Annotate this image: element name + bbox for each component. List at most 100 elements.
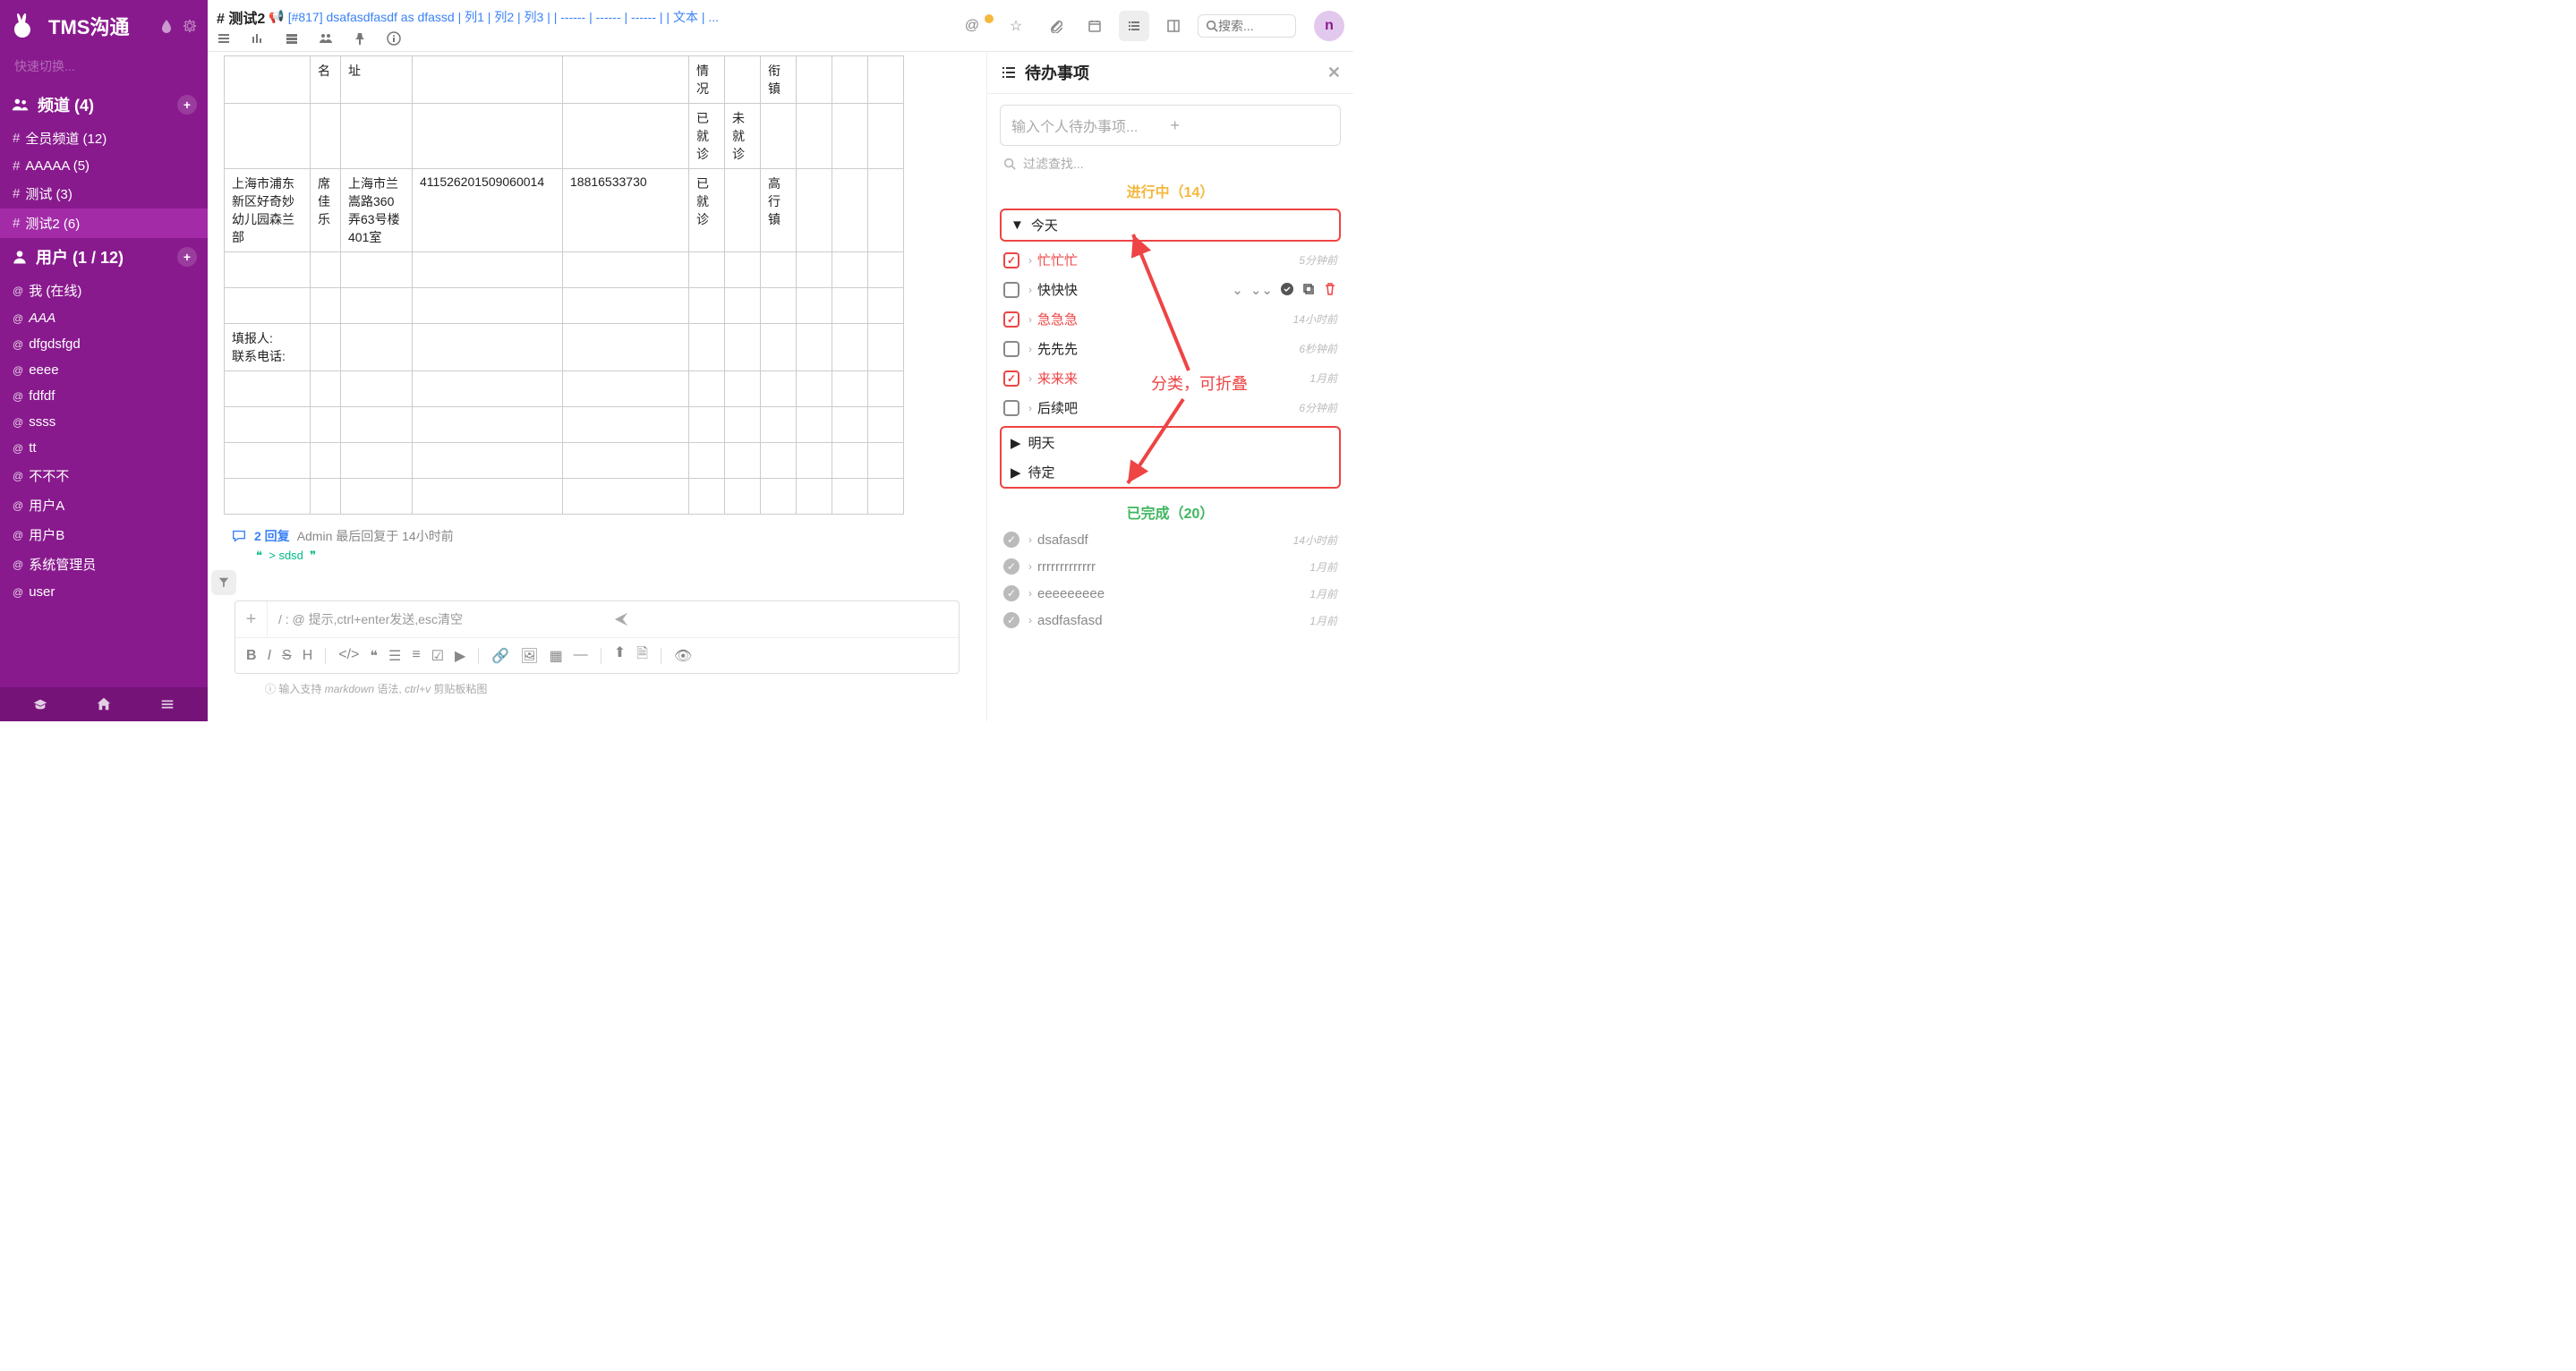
user-item[interactable]: @ssss [0,409,208,435]
toolbar-menu-icon[interactable] [217,31,231,46]
channel-item[interactable]: #全员频道 (12) [0,123,208,153]
file-icon[interactable]: 🗎 [636,643,648,668]
channel-item[interactable]: #AAAAA (5) [0,153,208,179]
todo-item[interactable]: ›后续吧6分钟前 [987,393,1353,422]
checkbox-icon[interactable]: ☑ [431,647,444,665]
user-item[interactable]: @eeee [0,357,208,383]
todo-new-input[interactable]: 输入个人待办事项... + [1000,105,1341,146]
channel-item-active[interactable]: #测试2 (6) [0,209,208,238]
ol-icon[interactable]: ≡ [412,647,420,665]
todo-item-done[interactable]: ›rrrrrrrrrrrrr1月前 [987,553,1353,580]
group-toggle-tomorrow[interactable]: ▶明天 [1002,428,1339,457]
user-item[interactable]: @user [0,579,208,605]
channel-item[interactable]: #测试 (3) [0,179,208,209]
app-title: TMS沟通 [48,12,159,40]
todo-item[interactable]: ›急急急14小时前 [987,304,1353,334]
trash-icon[interactable] [1323,282,1337,298]
todo-group-today: ▼今天 [1000,209,1341,242]
toolbar-layers-icon[interactable] [285,31,299,46]
search-box[interactable] [1198,14,1296,38]
at-icon[interactable]: @ [961,11,992,41]
ul-icon[interactable]: ☰ [388,647,401,665]
user-item[interactable]: @tt [0,435,208,461]
split-view-icon[interactable] [1158,11,1189,41]
todo-item-done[interactable]: ›eeeeeeeee1月前 [987,580,1353,607]
sidebar: TMS沟通 快速切换... 频道 (4) + #全员频道 (12) #AAAAA… [0,0,208,721]
todo-item[interactable]: ›先先先6秒钟前 [987,334,1353,363]
image-icon[interactable]: 🖼 [520,647,538,665]
user-item[interactable]: @系统管理员 [0,549,208,579]
data-table: 名址情况衔镇 已就诊未就诊 上海市浦东新区好奇妙幼儿园森兰部席佳乐上海市兰嵩路3… [224,55,970,515]
user-item[interactable]: @不不不 [0,461,208,490]
add-channel-button[interactable]: + [177,95,197,115]
info-icon: ⓘ [265,683,276,695]
toolbar-users-icon[interactable] [319,31,333,46]
todo-item[interactable]: ›忙忙忙5分钟前 [987,245,1353,275]
reply-summary[interactable]: 2 回复 Admin 最后回复于 14小时前 [231,527,970,545]
breadcrumb-link[interactable]: [#817] dsafasdfasdf as dfassd | 列1 | 列2 … [288,8,719,26]
sidebar-bottom-bar [0,687,208,721]
double-chevron-icon[interactable]: ⌄⌄ [1250,282,1273,298]
user-item[interactable]: @用户B [0,520,208,549]
search-input[interactable] [1218,19,1281,33]
user-item[interactable]: @fdfdf [0,383,208,409]
copy-icon[interactable] [1301,282,1316,298]
todo-group-collapsed: ▶明天 ▶待定 [1000,426,1341,489]
water-drop-icon[interactable] [159,19,174,33]
gear-icon[interactable] [183,19,197,33]
search-icon [1003,158,1016,170]
channels-header: 频道 (4) + [0,86,208,123]
todo-item-done[interactable]: ›asdfasfasd1月前 [987,607,1353,634]
main-area: # 测试2 📢 [#817] dsafasdfasdf as dfassd | … [208,0,1353,721]
avatar[interactable]: n [1314,11,1344,41]
italic-icon[interactable]: I [268,648,271,664]
send-icon[interactable] [613,611,948,627]
composer-input[interactable]: / : @ 提示,ctrl+enter发送,esc清空 [268,601,959,637]
group-toggle-tbd[interactable]: ▶待定 [1002,457,1339,487]
reply-quote: ❝ > sdsd ❞ [256,549,970,563]
heading-icon[interactable]: H [303,648,313,664]
home-icon[interactable] [96,696,112,712]
user-item[interactable]: @AAA [0,305,208,331]
todo-item[interactable]: ›来来来1月前 [987,363,1353,393]
star-icon[interactable]: ☆ [1001,11,1031,41]
composer-hint: ⓘ 输入支持 markdown 语法, ctrl+v 剪贴板粘图 [224,677,970,696]
close-icon[interactable]: ✕ [1327,64,1341,82]
composer-add-button[interactable]: + [235,601,268,637]
toolbar-chart-icon[interactable] [251,31,265,46]
completed-header: 已完成（20） [987,492,1353,526]
bold-icon[interactable]: B [246,648,257,664]
upload-icon[interactable]: ⬆ [614,643,626,668]
preview-eye-icon[interactable]: 👁 [674,647,692,665]
blockquote-icon[interactable]: ❝ [370,647,378,665]
filter-funnel-icon[interactable] [211,570,236,595]
chevron-down-icon[interactable]: ⌄ [1232,282,1243,298]
menu-icon[interactable] [159,696,175,712]
strike-icon[interactable]: S [282,648,292,664]
toolbar-info-icon[interactable] [387,31,401,46]
play-icon[interactable]: ▶ [455,647,465,665]
user-item-me[interactable]: @我 (在线) [0,276,208,305]
hat-icon[interactable] [32,696,48,712]
calendar-icon[interactable] [1079,11,1110,41]
users-group-icon [11,95,30,115]
add-user-button[interactable]: + [177,247,197,267]
user-item[interactable]: @用户A [0,490,208,520]
link-icon[interactable]: 🔗 [491,647,509,665]
list-view-icon[interactable] [1119,11,1149,41]
quick-switch[interactable]: 快速切换... [0,52,208,86]
table-icon[interactable]: ▦ [550,647,563,665]
todo-panel: 待办事项 ✕ 输入个人待办事项... + 过滤查找... 进行中（14） ▼今天… [986,52,1353,721]
todo-item-done[interactable]: ›dsafasdf14小时前 [987,526,1353,553]
attachment-icon[interactable] [1040,11,1070,41]
rabbit-logo-icon [11,12,39,40]
add-todo-icon[interactable]: + [1171,116,1330,135]
group-toggle-today[interactable]: ▼今天 [1002,210,1339,240]
check-circle-icon[interactable] [1280,282,1294,298]
user-item[interactable]: @dfgdsfgd [0,331,208,357]
todo-item-hover[interactable]: ›快快快 ⌄ ⌄⌄ [987,275,1353,304]
toolbar-pin-icon[interactable] [353,31,367,46]
todo-filter[interactable]: 过滤查找... [987,151,1353,176]
code-icon[interactable]: </> [338,647,359,665]
hr-icon[interactable]: — [574,647,588,665]
